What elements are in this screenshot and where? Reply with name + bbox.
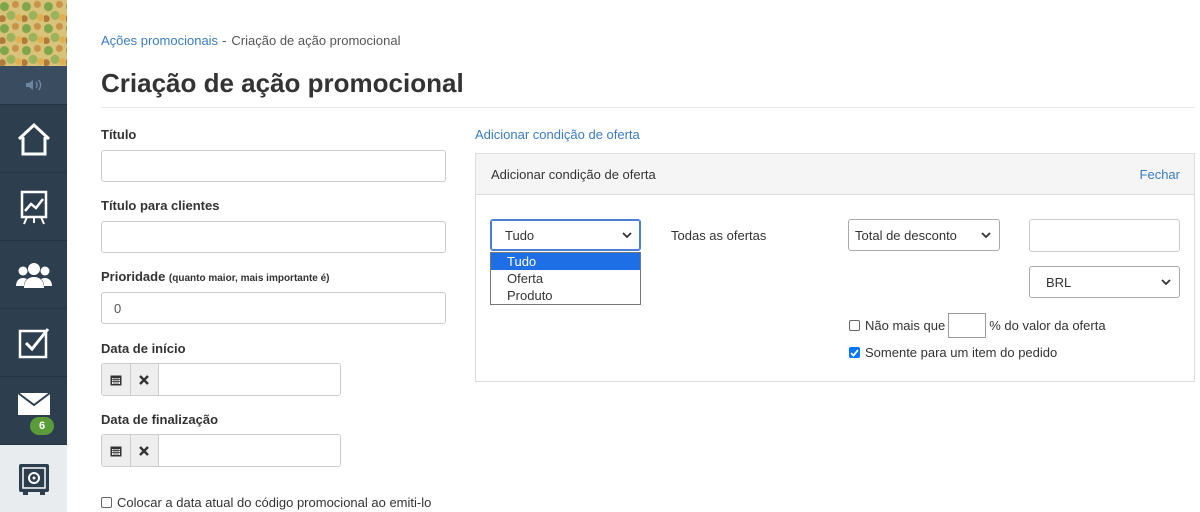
discount-type-select[interactable]: Total de desconto <box>848 219 1000 251</box>
currency-select-value: BRL <box>1046 274 1072 290</box>
current-date-checkbox-label: Colocar a data atual do código promocion… <box>117 495 432 510</box>
sidebar-item-users[interactable] <box>0 240 67 308</box>
end-date-calendar-button[interactable] <box>102 435 131 466</box>
scope-select-value: Tudo <box>505 227 535 243</box>
chevron-down-icon <box>622 231 632 238</box>
priority-input[interactable] <box>101 292 446 324</box>
offer-condition-panel-header: Adicionar condição de oferta Fechar <box>476 154 1194 195</box>
sidebar-item-reports[interactable] <box>0 172 67 240</box>
priority-hint: (quanto maior, mais importante é) <box>168 273 330 284</box>
title-input[interactable] <box>101 150 446 182</box>
end-date-input[interactable] <box>159 435 340 466</box>
currency-select[interactable]: BRL <box>1029 266 1180 298</box>
breadcrumb-separator: - <box>222 33 227 48</box>
breadcrumb: Ações promocionais - Criação de ação promo… <box>101 33 401 48</box>
page-title: Criação de ação promocional <box>101 68 1195 108</box>
close-icon <box>139 445 150 456</box>
sidebar-item-promotions[interactable] <box>0 444 67 512</box>
priority-label: Prioridade (quanto maior, mais important… <box>101 269 330 284</box>
home-icon <box>17 122 50 155</box>
max-percent-option: Não mais que % do valor da oferta <box>849 313 1106 338</box>
only-one-item-label: Somente para um item do pedido <box>865 345 1058 360</box>
only-one-item-checkbox[interactable] <box>849 347 860 358</box>
scope-option[interactable]: Produto <box>491 287 640 304</box>
start-date-clear-button[interactable] <box>130 364 159 395</box>
sidebar-item-home[interactable] <box>0 104 67 172</box>
discount-value-input[interactable] <box>1029 219 1180 252</box>
calendar-icon <box>110 446 122 456</box>
end-date-clear-button[interactable] <box>130 435 159 466</box>
scope-option[interactable]: Tudo <box>491 253 640 270</box>
chart-board-icon <box>20 190 47 224</box>
check-icon <box>850 348 859 357</box>
scope-option[interactable]: Oferta <box>491 270 640 287</box>
all-offers-text: Todas as ofertas <box>671 228 767 243</box>
max-percent-prefix: Não mais que <box>865 318 946 333</box>
close-panel-link[interactable]: Fechar <box>1140 167 1180 182</box>
chevron-down-icon <box>981 231 991 238</box>
max-percent-checkbox[interactable] <box>849 320 860 331</box>
start-date-input[interactable] <box>159 364 340 395</box>
add-offer-condition-link[interactable]: Adicionar condição de oferta <box>475 127 640 142</box>
close-icon <box>139 374 150 385</box>
title-label: Título <box>101 127 137 142</box>
calendar-icon <box>110 375 122 385</box>
chevron-down-icon <box>1161 278 1171 285</box>
speaker-icon <box>25 79 41 91</box>
unread-badge: 6 <box>30 417 54 435</box>
client-title-label: Título para clientes <box>101 198 220 213</box>
discount-type-select-value: Total de desconto <box>855 227 957 243</box>
checkbox-icon <box>18 327 49 358</box>
current-date-checkbox[interactable] <box>101 497 112 508</box>
scope-select[interactable]: Tudo <box>490 219 641 251</box>
offer-condition-panel-title: Adicionar condição de oferta <box>491 167 656 182</box>
priority-label-text: Prioridade <box>101 269 166 284</box>
breadcrumb-link-promotions[interactable]: Ações promocionais <box>101 33 218 48</box>
start-date-label: Data de início <box>101 341 186 356</box>
start-date-calendar-button[interactable] <box>102 364 131 395</box>
sidebar-item-messages[interactable]: 6 <box>0 376 67 444</box>
client-title-input[interactable] <box>101 221 446 253</box>
safe-icon <box>18 463 49 495</box>
end-date-label: Data de finalização <box>101 412 219 427</box>
end-date-picker <box>101 434 341 467</box>
scope-dropdown-list: Tudo Oferta Produto <box>490 252 641 305</box>
users-icon <box>15 262 52 288</box>
sidebar-item-tasks[interactable] <box>0 308 67 376</box>
sound-toggle[interactable] <box>0 66 67 104</box>
sidebar: 6 <box>0 0 67 512</box>
start-date-picker <box>101 363 341 396</box>
max-percent-input[interactable] <box>948 313 987 338</box>
current-date-option: Colocar a data atual do código promocion… <box>101 495 431 510</box>
brand-logo[interactable] <box>0 0 67 66</box>
max-percent-suffix: % do valor da oferta <box>989 318 1106 333</box>
mail-icon <box>16 391 51 415</box>
breadcrumb-current: Criação de ação promocional <box>231 33 401 48</box>
only-one-item-option: Somente para um item do pedido <box>849 345 1057 360</box>
